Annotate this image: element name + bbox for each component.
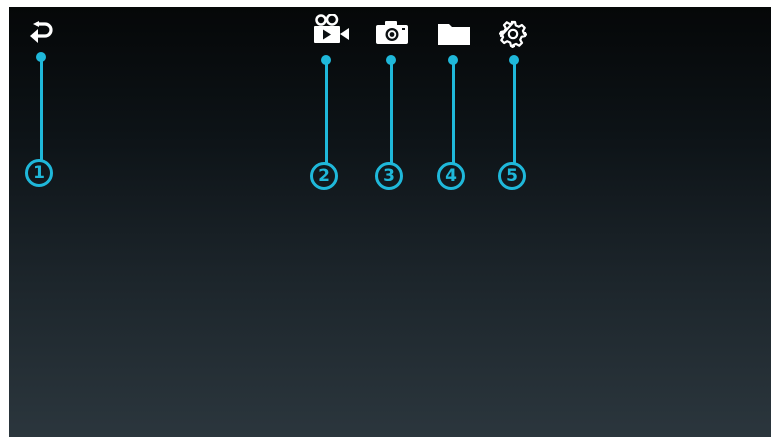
callout-number-5: 5 xyxy=(498,162,526,190)
callout-line xyxy=(451,60,455,163)
callout-line xyxy=(512,60,516,163)
folder-icon[interactable] xyxy=(437,22,471,46)
callout-number-3: 3 xyxy=(375,162,403,190)
callout-number-2: 2 xyxy=(310,162,338,190)
video-camera-icon[interactable] xyxy=(312,14,350,46)
callout-line xyxy=(389,60,393,163)
back-icon[interactable] xyxy=(30,21,54,43)
gear-icon[interactable] xyxy=(499,20,527,48)
camera-icon[interactable] xyxy=(375,21,409,45)
callout-number-4: 4 xyxy=(437,162,465,190)
callout-line xyxy=(324,60,328,163)
callout-line xyxy=(39,57,43,160)
callout-number-1: 1 xyxy=(25,159,53,187)
screen: 1 2 3 4 5 xyxy=(9,7,771,437)
